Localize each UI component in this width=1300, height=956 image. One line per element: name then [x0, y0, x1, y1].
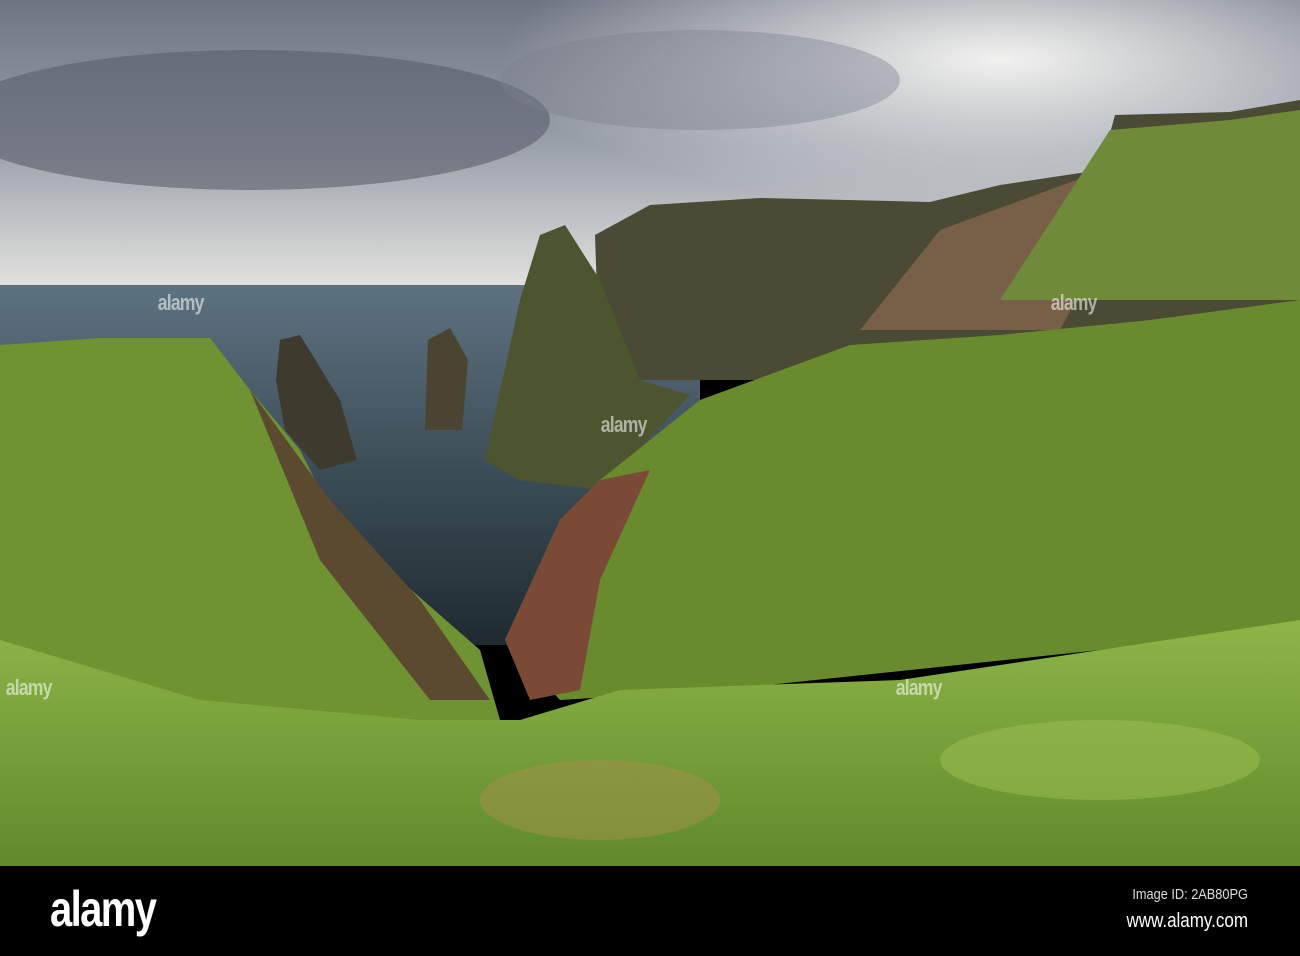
- watermark: alamy: [600, 412, 648, 437]
- watermark: alamy: [895, 675, 943, 700]
- watermark: alamy: [5, 675, 53, 700]
- watermark: alamy: [1050, 290, 1098, 315]
- website-link: www.alamy.com: [1126, 910, 1248, 932]
- footer-bar: alamy Image ID: 2AB80PG www.alamy.com: [0, 866, 1300, 956]
- landscape-photo: [0, 0, 1300, 866]
- alamy-logo: alamy: [50, 881, 157, 937]
- watermark: alamy: [157, 290, 205, 315]
- image-id: Image ID: 2AB80PG: [1132, 886, 1248, 903]
